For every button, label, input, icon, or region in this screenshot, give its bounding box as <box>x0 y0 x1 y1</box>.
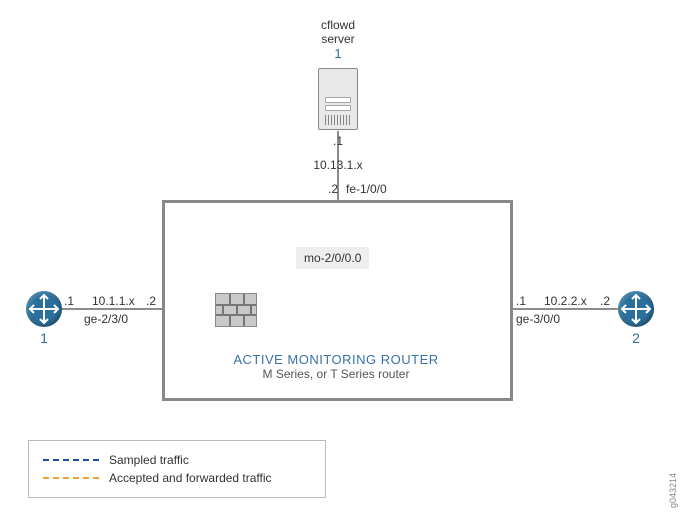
router-node-icon <box>26 291 62 327</box>
left-interface: ge-2/3/0 <box>84 312 128 326</box>
server-subnet: 10.13.1.x <box>298 158 378 172</box>
image-id: g043214 <box>668 473 678 508</box>
server-id: 1 <box>298 46 378 61</box>
left-subnet: 10.1.1.x <box>92 294 135 308</box>
legend-line-orange <box>43 477 99 479</box>
server-host-ip: .1 <box>318 134 358 148</box>
legend-sampled-label: Sampled traffic <box>109 453 189 467</box>
firewall-icon <box>215 293 257 327</box>
server-title-line1: cflowd <box>298 18 378 32</box>
legend: Sampled traffic Accepted and forwarded t… <box>28 440 326 498</box>
node-right-id: 2 <box>618 330 654 346</box>
server-title: cflowd server 1 <box>298 18 378 61</box>
right-local-ip: .1 <box>516 294 526 308</box>
right-remote-ip: .2 <box>600 294 610 308</box>
left-local-ip: .1 <box>64 294 74 308</box>
legend-row-sampled: Sampled traffic <box>43 451 311 469</box>
router-title: ACTIVE MONITORING ROUTER <box>162 352 510 367</box>
router-fe-if: fe-1/0/0 <box>346 182 387 196</box>
node-left-id: 1 <box>26 330 62 346</box>
right-subnet: 10.2.2.x <box>544 294 587 308</box>
diagram-canvas: cflowd server 1 .1 10.13.1.x .2 fe-1/0/0… <box>0 0 684 513</box>
legend-line-blue <box>43 459 99 461</box>
legend-row-forwarded: Accepted and forwarded traffic <box>43 469 311 487</box>
right-interface: ge-3/0/0 <box>516 312 560 326</box>
monitoring-interface-box: mo-2/0/0.0 <box>296 247 369 269</box>
node-left <box>26 291 62 327</box>
router-title-block: ACTIVE MONITORING ROUTER M Series, or T … <box>162 352 510 381</box>
node-right <box>618 291 654 327</box>
left-remote-ip: .2 <box>146 294 156 308</box>
monitoring-interface-label: mo-2/0/0.0 <box>304 251 361 265</box>
router-subtitle: M Series, or T Series router <box>162 367 510 381</box>
legend-forwarded-label: Accepted and forwarded traffic <box>109 471 272 485</box>
server-title-line2: server <box>298 32 378 46</box>
router-fe-ip: .2 <box>318 182 338 196</box>
router-node-icon <box>618 291 654 327</box>
server-icon <box>318 68 358 130</box>
